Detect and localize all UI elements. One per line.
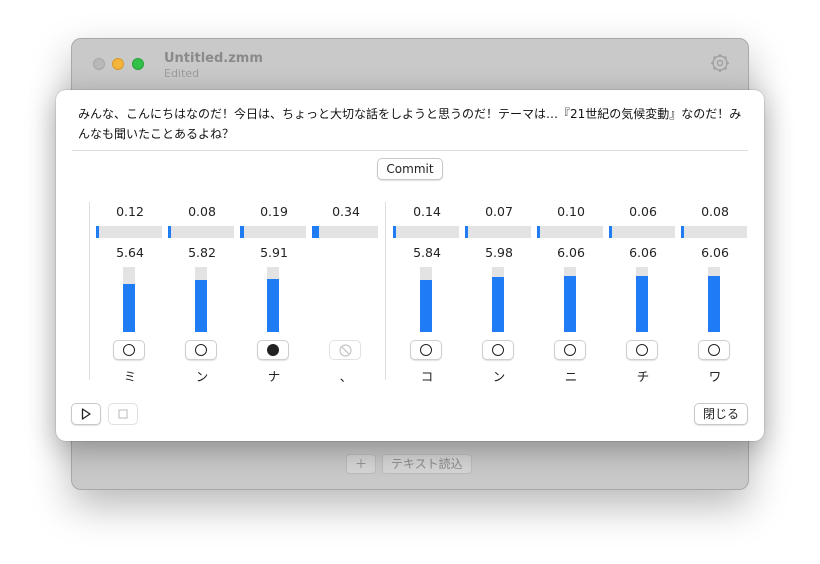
duration-value: 0.10 [557, 204, 585, 219]
add-button[interactable]: ＋ [346, 454, 377, 474]
accent-toggle-button[interactable] [113, 340, 145, 360]
phoneme-char: 、 [339, 369, 353, 384]
circle-icon [636, 344, 648, 356]
circle-icon [708, 344, 720, 356]
zoom-window-button[interactable] [132, 58, 144, 70]
phoneme-column: 0.07 5.98 ン [465, 204, 532, 384]
circle-icon [420, 344, 432, 356]
pitch-value: 5.91 [260, 245, 288, 260]
duration-slider[interactable] [681, 226, 747, 238]
pitch-slider[interactable] [123, 267, 135, 332]
column-separator [385, 202, 386, 380]
pitch-slider[interactable] [267, 267, 279, 332]
phoneme-char: ミ [123, 369, 137, 384]
play-button[interactable] [71, 403, 101, 425]
duration-value: 0.34 [332, 204, 360, 219]
accent-toggle-button[interactable] [329, 340, 361, 360]
accent-toggle-button[interactable] [698, 340, 730, 360]
phoneme-column: 0.08 6.06 ワ [681, 204, 748, 384]
sentence-text: みんな、こんにちはなのだ！今日は、ちょっと大切な話をしようと思うのだ！テーマは…… [78, 107, 742, 141]
divider [72, 150, 748, 151]
window-title: Untitled.zmm [164, 51, 263, 66]
duration-value: 0.06 [629, 204, 657, 219]
duration-slider[interactable] [537, 226, 603, 238]
edit-sheet: みんな、こんにちはなのだ！今日は、ちょっと大切な話をしようと思うのだ！テーマは…… [56, 90, 764, 441]
circle-icon [195, 344, 207, 356]
accent-toggle-button[interactable] [410, 340, 442, 360]
accent-toggle-button[interactable] [482, 340, 514, 360]
pitch-value: 6.06 [701, 245, 729, 260]
read-text-button[interactable]: テキスト読込 [382, 454, 472, 474]
phoneme-char: ン [195, 369, 209, 384]
close-window-button[interactable] [93, 58, 105, 70]
duration-slider[interactable] [465, 226, 531, 238]
pitch-slider[interactable] [420, 267, 432, 332]
pitch-slider[interactable] [708, 267, 720, 332]
unavailable-icon [339, 344, 352, 357]
phoneme-char: ン [492, 369, 506, 384]
minimize-window-button[interactable] [112, 58, 124, 70]
phoneme-column: 0.10 6.06 ニ [537, 204, 604, 384]
window-subtitle: Edited [164, 67, 200, 80]
filled-circle-icon [267, 344, 279, 356]
phoneme-column: 0.19 5.91 ナ [240, 204, 307, 384]
phoneme-column: 0.06 6.06 チ [609, 204, 676, 384]
pitch-value: 5.82 [188, 245, 216, 260]
column-separator [89, 202, 90, 380]
stop-button[interactable] [108, 403, 138, 425]
pitch-value: 5.98 [485, 245, 513, 260]
circle-icon [492, 344, 504, 356]
pitch-slider[interactable] [636, 267, 648, 332]
pitch-slider[interactable] [492, 267, 504, 332]
phoneme-column: 0.14 5.84 コ [393, 204, 460, 384]
pitch-value: 6.06 [629, 245, 657, 260]
accent-toggle-button[interactable] [257, 340, 289, 360]
phoneme-char: コ [420, 369, 434, 384]
pitch-value: 5.84 [413, 245, 441, 260]
circle-icon [564, 344, 576, 356]
pitch-slider[interactable] [564, 267, 576, 332]
duration-slider[interactable] [609, 226, 675, 238]
pitch-value: 6.06 [557, 245, 585, 260]
phoneme-char: ワ [708, 369, 722, 384]
duration-slider[interactable] [312, 226, 378, 238]
phoneme-column: 0.34 、 [312, 204, 379, 384]
pitch-slider[interactable] [195, 267, 207, 332]
phoneme-char: ニ [564, 369, 578, 384]
accent-toggle-button[interactable] [626, 340, 658, 360]
pitch-value: 5.64 [116, 245, 144, 260]
duration-value: 0.12 [116, 204, 144, 219]
play-icon [81, 408, 91, 420]
duration-value: 0.14 [413, 204, 441, 219]
stop-icon [118, 409, 128, 419]
duration-slider[interactable] [168, 226, 234, 238]
duration-value: 0.07 [485, 204, 513, 219]
phoneme-char: ナ [267, 369, 281, 384]
duration-slider[interactable] [240, 226, 306, 238]
bottom-toolbar: ＋ テキスト読込 [346, 454, 472, 474]
duration-value: 0.08 [701, 204, 729, 219]
phoneme-column: 0.12 5.64 ミ [96, 204, 163, 384]
gear-icon[interactable] [710, 53, 730, 73]
accent-toggle-button[interactable] [554, 340, 586, 360]
commit-button[interactable]: Commit [377, 158, 443, 180]
phoneme-char: チ [636, 369, 650, 384]
duration-slider[interactable] [393, 226, 459, 238]
duration-value: 0.08 [188, 204, 216, 219]
duration-slider[interactable] [96, 226, 162, 238]
close-sheet-button[interactable]: 閉じる [694, 403, 748, 425]
accent-toggle-button[interactable] [185, 340, 217, 360]
circle-icon [123, 344, 135, 356]
duration-value: 0.19 [260, 204, 288, 219]
phoneme-column: 0.08 5.82 ン [168, 204, 235, 384]
